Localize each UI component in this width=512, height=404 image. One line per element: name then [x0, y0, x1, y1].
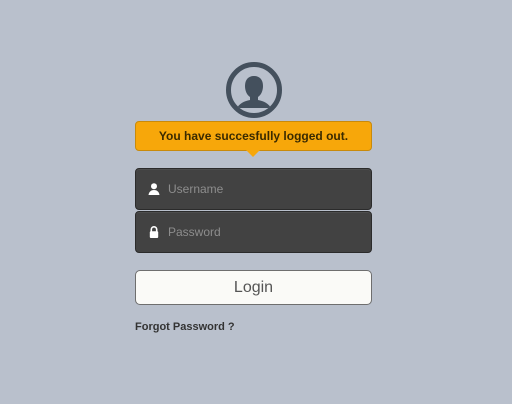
notice-message: You have succesfully logged out. — [158, 129, 349, 143]
user-silhouette-icon — [237, 76, 271, 108]
forgot-password-link[interactable]: Forgot Password ? — [135, 321, 235, 333]
password-input[interactable] — [168, 212, 366, 252]
avatar-icon — [226, 62, 282, 118]
notice-arrow — [246, 150, 260, 157]
password-field[interactable] — [135, 211, 372, 253]
login-button[interactable]: Login — [135, 270, 372, 305]
username-field[interactable] — [135, 168, 372, 210]
user-icon — [148, 183, 160, 195]
username-input[interactable] — [168, 169, 366, 209]
lock-icon — [149, 226, 159, 238]
logout-notice: You have succesfully logged out. — [135, 121, 372, 151]
